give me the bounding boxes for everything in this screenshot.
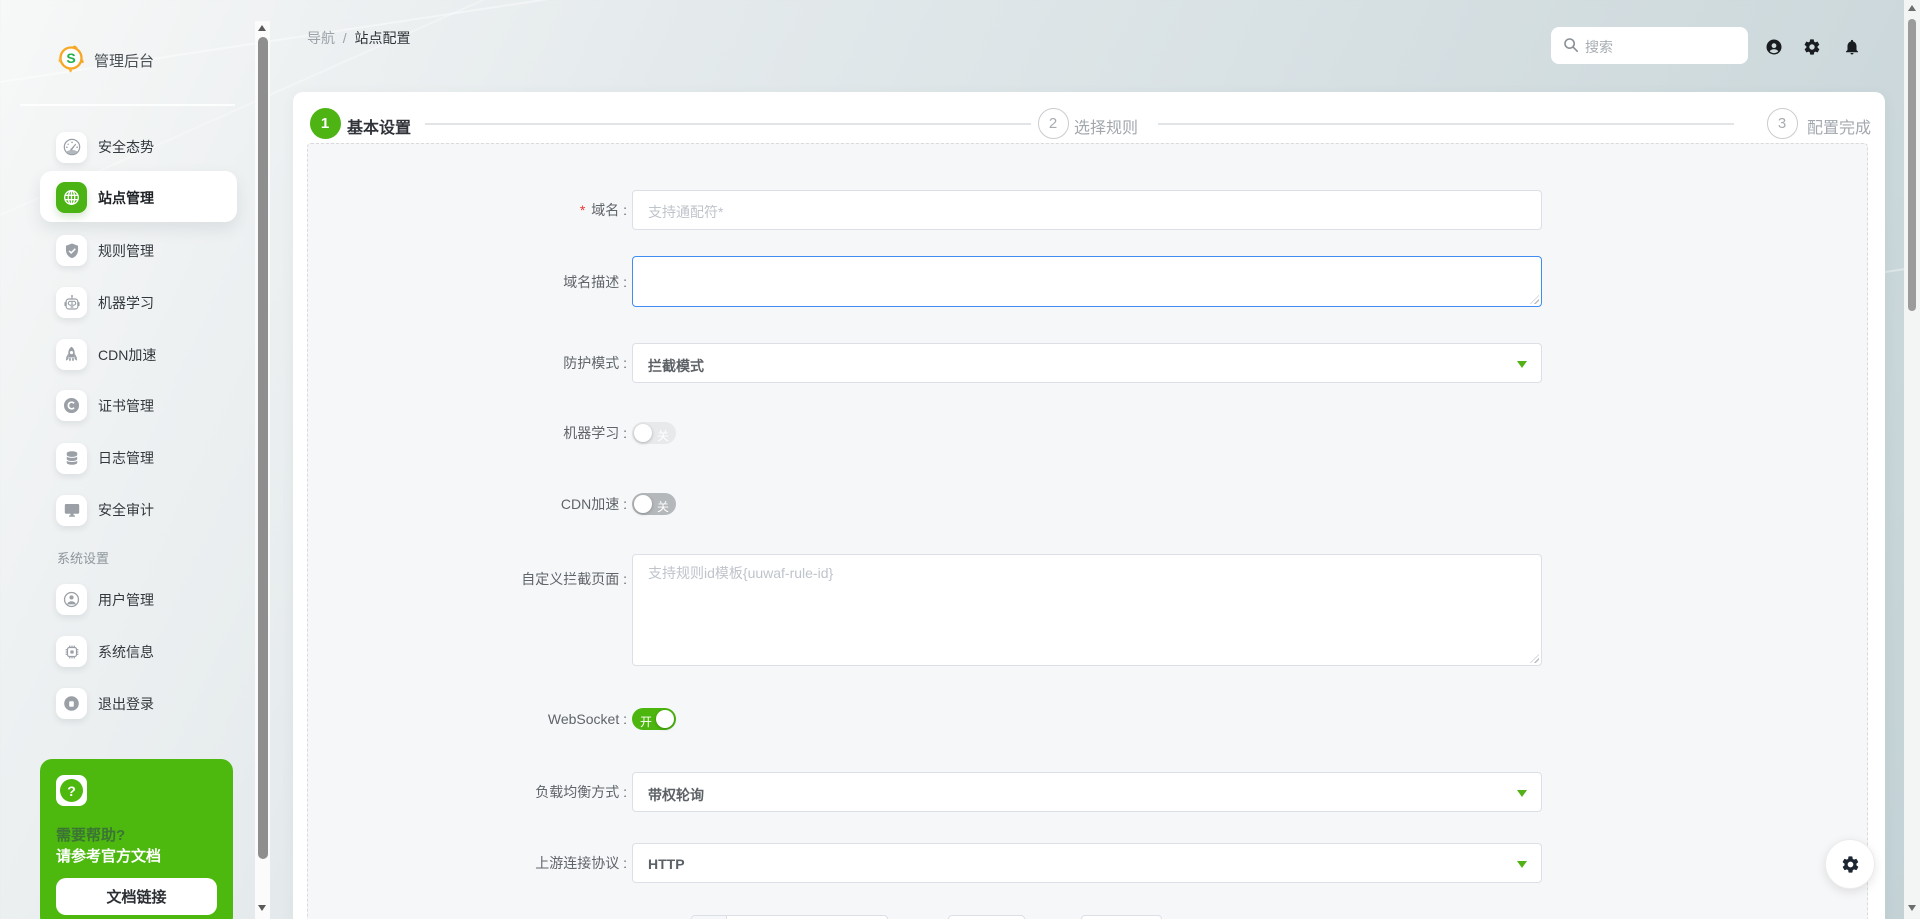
svg-text:S: S	[66, 50, 75, 66]
